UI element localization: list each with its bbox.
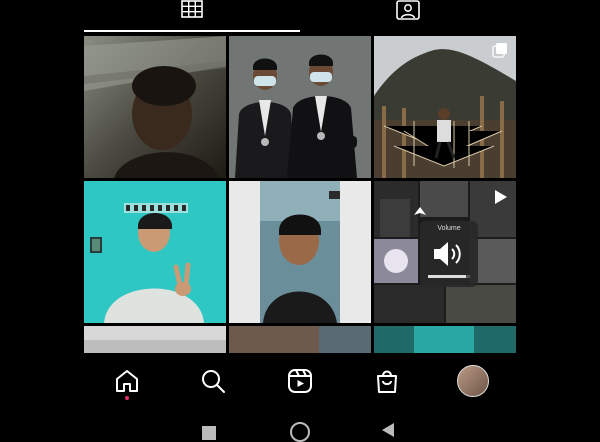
grid-tile-post-1[interactable] bbox=[84, 36, 226, 178]
volume-label: Volume bbox=[437, 225, 461, 232]
posts-grid: Volume bbox=[84, 36, 517, 353]
tab-tagged[interactable] bbox=[300, 0, 516, 33]
home-icon bbox=[116, 370, 138, 392]
back-button[interactable] bbox=[380, 422, 396, 438]
tagged-person-icon bbox=[396, 0, 420, 20]
grid-tile-post-3[interactable] bbox=[374, 36, 516, 178]
tab-posts-grid[interactable] bbox=[84, 0, 300, 33]
reels-icon bbox=[288, 369, 312, 393]
grid-tile-post-8[interactable] bbox=[229, 326, 371, 353]
grid-tile-post-2[interactable] bbox=[229, 36, 371, 178]
home-button[interactable] bbox=[290, 422, 310, 442]
recents-button[interactable] bbox=[202, 426, 216, 440]
photo-post-7 bbox=[84, 326, 226, 353]
profile-tab-bar bbox=[84, 0, 516, 33]
photo-post-9 bbox=[374, 326, 516, 353]
photo-dark-room-portrait bbox=[84, 36, 226, 178]
photo-post-8 bbox=[229, 326, 371, 353]
speaker-icon bbox=[434, 242, 461, 266]
system-navigation-bar bbox=[0, 410, 600, 442]
photo-boy-teal-wall bbox=[84, 181, 226, 323]
grid-tile-post-9[interactable] bbox=[374, 326, 516, 353]
grid-icon bbox=[181, 0, 203, 18]
shop-bag-icon bbox=[377, 370, 397, 393]
photo-two-boys-masks bbox=[229, 36, 371, 178]
nav-home[interactable] bbox=[107, 361, 147, 401]
activity-dot bbox=[125, 396, 129, 400]
nav-shop[interactable] bbox=[367, 361, 407, 401]
bottom-navigation bbox=[84, 357, 516, 405]
reel-play-icon bbox=[494, 189, 508, 205]
grid-tile-post-5[interactable] bbox=[229, 181, 371, 323]
nav-reels[interactable] bbox=[280, 361, 320, 401]
search-icon bbox=[202, 370, 225, 393]
grid-tile-post-7[interactable] bbox=[84, 326, 226, 353]
carousel-icon bbox=[492, 42, 508, 58]
volume-overlay: Volume bbox=[420, 221, 478, 287]
avatar-icon bbox=[457, 365, 489, 397]
nav-profile[interactable] bbox=[453, 361, 493, 401]
volume-level-fill bbox=[428, 275, 466, 278]
volume-level-bar bbox=[428, 275, 470, 278]
grid-tile-post-6[interactable]: Volume bbox=[374, 181, 516, 323]
grid-tile-post-4[interactable] bbox=[84, 181, 226, 323]
photo-boy-selfie bbox=[229, 181, 371, 323]
active-tab-indicator bbox=[84, 30, 300, 32]
nav-search[interactable] bbox=[193, 361, 233, 401]
